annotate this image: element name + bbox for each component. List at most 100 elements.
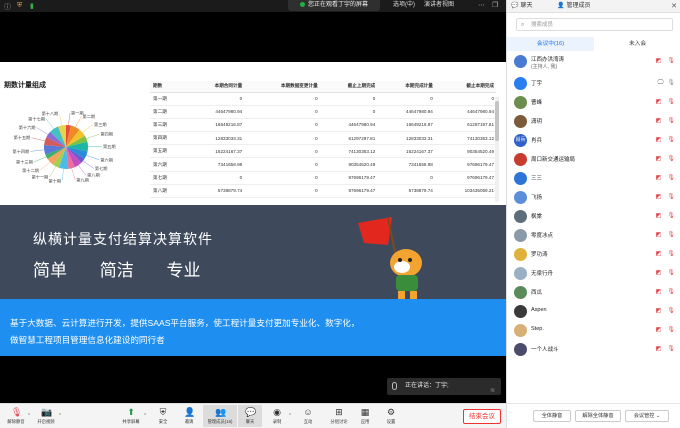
participant-row[interactable]: 枫棠 ◩ 🎙 xyxy=(507,207,680,226)
table-cell: 74130353.12 xyxy=(319,144,378,159)
unmute-all-button[interactable]: 解除全体静音 xyxy=(575,410,621,422)
mic-muted-icon[interactable]: 🎙 xyxy=(667,289,675,295)
participant-row[interactable]: 飞扬 ◩ 🎙 xyxy=(507,188,680,207)
tab-chat[interactable]: 💬 聊天 xyxy=(511,0,533,13)
table-row[interactable]: 第三期 16649216.87 0 44647980.94 16649216.87 612… xyxy=(150,118,496,133)
interact-button[interactable]: ☺ 互动 xyxy=(294,407,322,425)
close-icon[interactable]: ✕ xyxy=(671,0,677,13)
meeting-window: ⓘ ⛨ ▮ 您正在观看丁宇的屏幕 选项(中) 演讲者视图 ⋯ ❐ 期数计量组成 … xyxy=(0,0,680,428)
mic-muted-icon[interactable]: 🎙 xyxy=(667,270,675,276)
pie-leader-line xyxy=(82,160,95,169)
mic-muted-icon[interactable]: 🎙 xyxy=(667,251,675,257)
camera-off-icon[interactable]: ◩ xyxy=(656,327,662,333)
camera-off-icon[interactable]: ◩ xyxy=(656,118,662,124)
table-scrollbar[interactable] xyxy=(495,97,499,202)
camera-off-icon[interactable]: ◩ xyxy=(656,346,662,352)
table-row[interactable]: 第七期 0 0 97696179.47 0 97696179.47 xyxy=(150,171,496,185)
mic-muted-icon[interactable]: 🎙 xyxy=(667,232,675,238)
camera-off-icon[interactable]: ◩ xyxy=(656,270,662,276)
breakout-button[interactable]: ⊞ 分组讨论 xyxy=(325,407,353,425)
top-bar: ⓘ ⛨ ▮ 您正在观看丁宇的屏幕 选项(中) 演讲者视图 ⋯ ❐ xyxy=(0,0,506,12)
tab-in-meeting[interactable]: 会议中(16) xyxy=(507,37,594,51)
mic-muted-icon[interactable]: 🎙 xyxy=(667,118,675,124)
manage-members-button[interactable]: 👥 管理成员(16) xyxy=(203,405,237,427)
camera-off-icon[interactable]: ◩ xyxy=(656,99,662,105)
mic-muted-icon[interactable]: 🎙 xyxy=(667,194,675,200)
video-caret-icon[interactable]: ⌃ xyxy=(58,413,62,419)
camera-off-icon[interactable]: ◩ xyxy=(656,175,662,181)
security-button[interactable]: ⛨ 安全 xyxy=(149,407,177,425)
slide-banner: 纵横计量支付结算决算软件 简单 简洁 专业 纵横君，带您开启全新计量之旅！ xyxy=(0,205,506,307)
mic-muted-icon[interactable]: 🎙 xyxy=(667,58,675,64)
participant-row[interactable]: 罗功涛 ◩ 🎙 xyxy=(507,245,680,264)
shield-icon[interactable]: ⛨ xyxy=(17,2,22,10)
gear-icon: ⚙ xyxy=(386,407,396,417)
end-meeting-button[interactable]: 结束会议 xyxy=(463,409,501,424)
record-button[interactable]: ◉ 录制 xyxy=(263,407,291,425)
participant-row[interactable]: 江西办洪湾涛 (主持人, 我) ◩ 🎙 xyxy=(507,52,680,74)
info-icon[interactable]: ⓘ xyxy=(4,2,11,12)
table-row[interactable]: 第六期 7341658.98 0 90354520.49 7341658.98 97696… xyxy=(150,157,496,172)
mic-muted-icon[interactable]: 🎙 xyxy=(667,346,675,352)
table-cell: 5738879.74 xyxy=(186,184,245,199)
camera-off-icon[interactable]: ◩ xyxy=(656,194,662,200)
table-row[interactable]: 第八期 5738879.74 0 97696179.47 5738879.74 10343… xyxy=(150,184,496,199)
participant-row[interactable]: 零度冰点 ◩ 🎙 xyxy=(507,226,680,245)
more-icon[interactable]: ⋯ xyxy=(478,0,485,11)
video-button[interactable]: 📷 开启视频 xyxy=(32,407,60,425)
participant-row[interactable]: 肖兵 肖兵 ◩ 🎙 xyxy=(507,131,680,150)
mic-muted-icon[interactable]: 🎙 xyxy=(667,156,675,162)
banner-word-simple: 简单 xyxy=(33,261,67,280)
view-options-menu[interactable]: 选项(中) xyxy=(393,0,415,11)
participant-row[interactable]: 曹峰 ◩ 🎙 xyxy=(507,93,680,112)
mute-all-button[interactable]: 全体静音 xyxy=(533,410,571,422)
table-row[interactable]: 第五期 16224167.37 0 74130353.12 16224167.37 903… xyxy=(150,144,496,159)
camera-off-icon[interactable]: ◩ xyxy=(656,308,662,314)
table-row[interactable]: 第二期 44647980.94 0 0 44647980.94 44647980.94 xyxy=(150,105,496,119)
pie-label: 第十五期 xyxy=(14,134,31,141)
tab-members[interactable]: 👤 管理成员 xyxy=(557,0,591,13)
mic-muted-icon[interactable]: 🎙 xyxy=(667,308,675,314)
participant-row[interactable]: Aspen ◩ 🎙 xyxy=(507,302,680,321)
member-search-input[interactable]: ⌕ 搜索成员 xyxy=(516,18,673,31)
meeting-control-button[interactable]: 会议管控 ⌄ xyxy=(625,410,669,422)
camera-off-icon[interactable]: ◩ xyxy=(656,213,662,219)
settings-button[interactable]: ⚙ 设置 xyxy=(377,407,405,425)
table-row[interactable]: 第一期 0 0 0 0 0 xyxy=(150,92,496,106)
mute-caret-icon[interactable]: ⌃ xyxy=(27,413,31,419)
table-scrollbar-thumb[interactable] xyxy=(495,101,499,141)
participant-row[interactable]: 无梁行舟 ◩ 🎙 xyxy=(507,264,680,283)
camera-off-icon[interactable]: ◩ xyxy=(656,232,662,238)
camera-off-icon[interactable]: ◩ xyxy=(656,251,662,257)
camera-off-icon[interactable]: ◩ xyxy=(656,58,662,64)
table-row[interactable]: 第四期 12833033.31 0 61297297.81 12833033.31 741… xyxy=(150,131,496,146)
participant-row[interactable]: 三三 ◩ 🎙 xyxy=(507,169,680,188)
share-screen-button[interactable]: ⬆ 共享屏幕 xyxy=(117,407,145,425)
participant-row[interactable]: 西瓜 ◩ 🎙 xyxy=(507,283,680,302)
record-caret-icon[interactable]: ⌃ xyxy=(288,413,292,419)
apps-button[interactable]: ▦ 应用 xyxy=(351,407,379,425)
mic-muted-icon[interactable]: 🎙 xyxy=(667,137,675,143)
tab-not-joined[interactable]: 未入会 xyxy=(594,37,680,51)
mic-muted-icon[interactable]: 🎙 xyxy=(667,327,675,333)
participant-row[interactable]: Step. ◩ 🎙 xyxy=(507,321,680,340)
mic-icon[interactable]: 🎙 xyxy=(667,80,675,86)
invite-button[interactable]: 👤 邀请 xyxy=(175,407,203,425)
participant-row[interactable]: 潇玥 ◩ 🎙 xyxy=(507,112,680,131)
mic-muted-icon[interactable]: 🎙 xyxy=(667,175,675,181)
restore-icon[interactable]: ❐ xyxy=(492,0,498,11)
camera-off-icon[interactable]: ◩ xyxy=(656,156,662,162)
participant-row[interactable]: 周口新交通运输局 ◩ 🎙 xyxy=(507,150,680,169)
camera-off-icon[interactable]: ◩ xyxy=(656,137,662,143)
participant-row[interactable]: 丁宇 🖵 🎙 xyxy=(507,74,680,93)
chat-button[interactable]: 💬 聊天 xyxy=(238,405,262,427)
banner-word-concise: 简洁 xyxy=(99,261,134,280)
mic-muted-icon[interactable]: 🎙 xyxy=(667,213,675,219)
speaker-view-button[interactable]: 演讲者视图 xyxy=(424,0,454,11)
share-caret-icon[interactable]: ⌃ xyxy=(143,413,147,419)
mic-muted-icon[interactable]: 🎙 xyxy=(667,99,675,105)
participant-row[interactable]: 一个人战斗 ◩ 🎙 xyxy=(507,340,680,359)
signal-icon[interactable]: ▮ xyxy=(30,2,34,10)
mute-button[interactable]: 🎙 解除静音 xyxy=(2,407,30,425)
camera-off-icon[interactable]: ◩ xyxy=(656,289,662,295)
